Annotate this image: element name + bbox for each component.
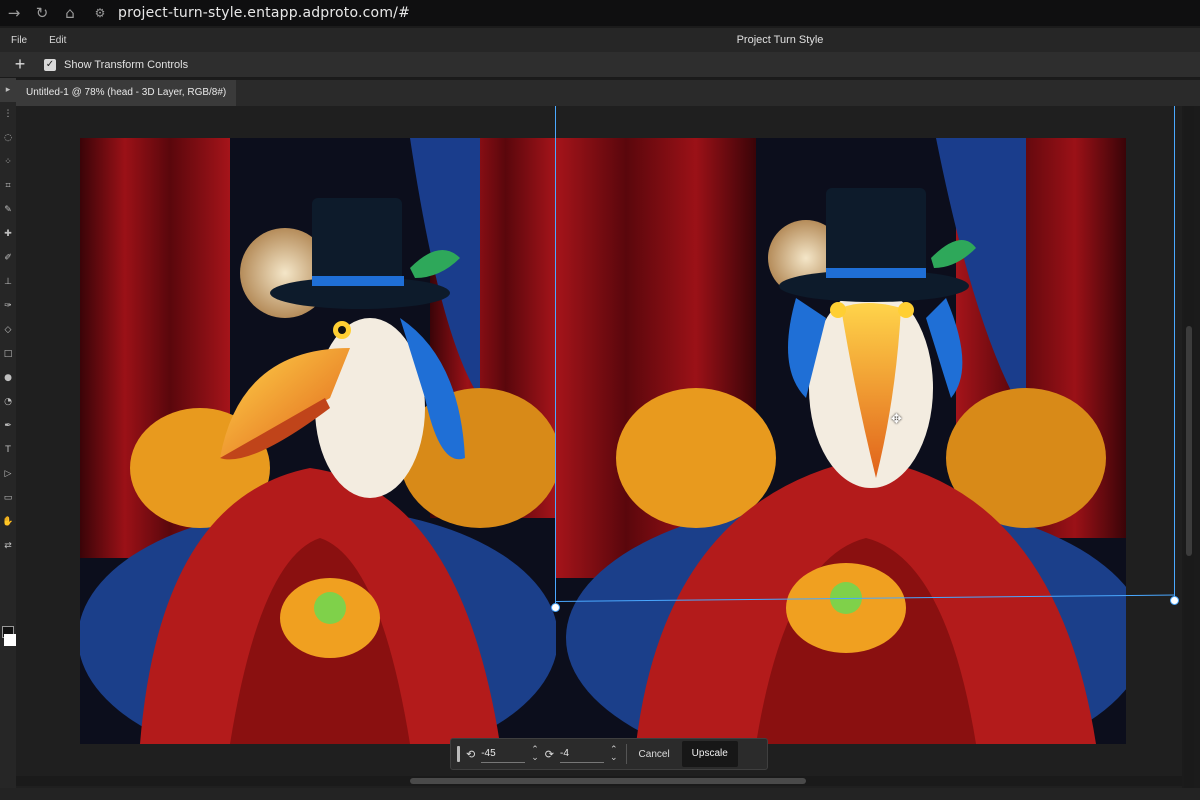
dodge-tool-icon[interactable]: ◔ xyxy=(0,390,16,414)
gradient-tool-icon[interactable]: □ xyxy=(0,342,16,366)
artwork-original xyxy=(80,138,556,744)
transform-handle-bottom-left[interactable] xyxy=(551,603,560,612)
status-bar xyxy=(0,788,1200,800)
rotate-horizontal-stepper[interactable]: ⌃ ⌄ xyxy=(531,746,539,763)
blur-tool-icon[interactable]: ● xyxy=(0,366,16,390)
transform-guide-right xyxy=(1174,106,1175,602)
cancel-button[interactable]: Cancel xyxy=(639,749,670,760)
artwork-transformed[interactable] xyxy=(556,138,1126,744)
move-tool-icon[interactable]: ▸ xyxy=(0,78,16,102)
eyedropper-tool-icon[interactable]: ✎ xyxy=(0,198,16,222)
hand-tool-icon[interactable]: ✋ xyxy=(0,510,16,534)
history-brush-icon[interactable]: ✑ xyxy=(0,294,16,318)
toolbar-divider xyxy=(625,744,627,764)
path-select-icon[interactable]: ▷ xyxy=(0,462,16,486)
marquee-tool-icon[interactable]: ⋮ xyxy=(0,102,16,126)
type-tool-icon[interactable]: T xyxy=(0,438,16,462)
options-bar: + ✓ Show Transform Controls xyxy=(0,52,1200,78)
site-settings-icon[interactable]: ⚙ xyxy=(92,6,108,20)
brush-tool-icon[interactable]: ✐ xyxy=(0,246,16,270)
rotate-vertical-stepper[interactable]: ⌃ ⌄ xyxy=(610,746,618,763)
menu-file[interactable]: File xyxy=(0,35,38,46)
reload-icon[interactable]: ↻ xyxy=(28,4,56,22)
show-transform-controls-checkbox[interactable]: ✓ xyxy=(44,58,56,71)
rotate-vertical-input[interactable] xyxy=(559,745,604,763)
menu-bar: File Edit Project Turn Style xyxy=(0,28,1200,52)
vertical-scroll-thumb[interactable] xyxy=(1186,326,1192,556)
horizontal-scrollbar[interactable] xyxy=(16,776,1182,786)
show-transform-controls-label[interactable]: Show Transform Controls xyxy=(64,59,188,71)
menu-edit[interactable]: Edit xyxy=(38,35,77,46)
rotate-vertical-icon: ⟳ xyxy=(544,747,554,761)
toolbar-grip-handle[interactable] xyxy=(457,746,460,762)
stamp-tool-icon[interactable]: ⊥ xyxy=(0,270,16,294)
forward-arrow-icon[interactable]: → xyxy=(0,4,28,22)
rotate-horizontal-input[interactable] xyxy=(481,745,526,763)
transform-guide-left xyxy=(555,106,556,608)
document-tab-bar: Untitled-1 @ 78% (head - 3D Layer, RGB/8… xyxy=(16,80,1200,106)
address-bar[interactable]: ⚙ project-turn-style.entapp.adproto.com/… xyxy=(92,5,410,21)
url-text[interactable]: project-turn-style.entapp.adproto.com/# xyxy=(118,5,410,21)
pen-tool-icon[interactable]: ✒ xyxy=(0,414,16,438)
eraser-tool-icon[interactable]: ◇ xyxy=(0,318,16,342)
upscale-button[interactable]: Upscale xyxy=(681,741,738,767)
rotate-horizontal-icon: ⟲ xyxy=(466,747,476,761)
lasso-tool-icon[interactable]: ◌ xyxy=(0,126,16,150)
add-button[interactable]: + xyxy=(8,54,32,75)
browser-toolbar: → ↻ ⌂ ⚙ project-turn-style.entapp.adprot… xyxy=(0,0,1200,26)
transform-handle-bottom-right[interactable] xyxy=(1170,596,1179,605)
crop-tool-icon[interactable]: ⌗ xyxy=(0,174,16,198)
transform-floating-toolbar: ⟲ ⌃⌄ ⟳ ⌃⌄ Cancel Upscale xyxy=(450,738,768,770)
document-tab[interactable]: Untitled-1 @ 78% (head - 3D Layer, RGB/8… xyxy=(16,80,237,106)
swap-colors-icon[interactable]: ⇄ xyxy=(0,534,16,558)
app-title: Project Turn Style xyxy=(736,34,824,46)
tools-panel: ▸ ⋮ ◌ ⁘ ⌗ ✎ ✚ ✐ ⊥ ✑ ◇ □ ● ◔ ✒ T ▷ ▭ ✋ ⇄ xyxy=(0,78,16,800)
horizontal-scroll-thumb[interactable] xyxy=(410,778,806,784)
background-color-swatch[interactable] xyxy=(4,634,16,646)
select-tool-icon[interactable]: ⁘ xyxy=(0,150,16,174)
shape-tool-icon[interactable]: ▭ xyxy=(0,486,16,510)
home-icon[interactable]: ⌂ xyxy=(56,4,84,22)
move-cursor-icon: ✥ xyxy=(891,412,902,427)
vertical-scrollbar[interactable] xyxy=(1184,106,1194,790)
healing-tool-icon[interactable]: ✚ xyxy=(0,222,16,246)
